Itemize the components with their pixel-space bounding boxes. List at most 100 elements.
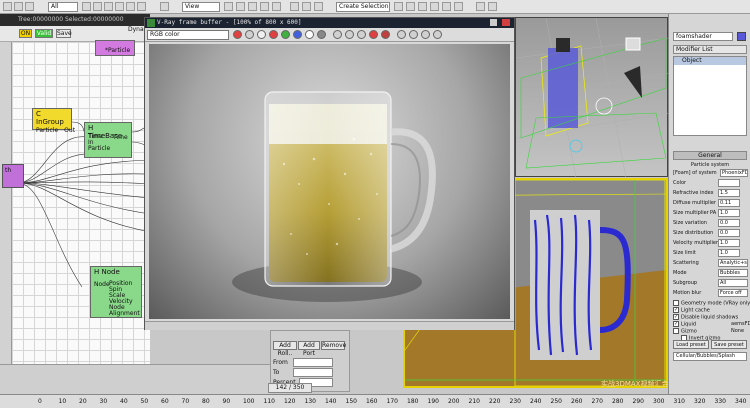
undo-icon[interactable]: [3, 2, 12, 11]
modifier-list-dropdown[interactable]: Modifier List: [673, 45, 747, 54]
angle-snap-icon[interactable]: [248, 2, 257, 11]
param-value[interactable]: 0.0: [718, 229, 740, 237]
time-slider[interactable]: 142 / 350: [268, 383, 312, 393]
render-icon[interactable]: [454, 2, 463, 11]
stack-item-object[interactable]: Object: [674, 57, 746, 65]
schematic-icon[interactable]: [406, 2, 415, 11]
checkbox-row[interactable]: Geometry mode (VRay only): [673, 300, 750, 307]
alpha-channel-icon[interactable]: [305, 30, 314, 39]
lens-effects-icon[interactable]: [433, 30, 442, 39]
preset-dropdown[interactable]: Cellular/Bubbles/Splash: [673, 352, 747, 361]
scale-icon[interactable]: [137, 2, 146, 11]
checkbox-row[interactable]: ✓ Liquid aemsFD: [673, 321, 750, 328]
top-viewport[interactable]: [515, 17, 669, 178]
region-render-icon[interactable]: [345, 30, 354, 39]
remove-button[interactable]: Remove: [321, 341, 346, 350]
add-roll-button[interactable]: Add Roll..: [273, 341, 297, 357]
reference-coordinate-dropdown[interactable]: View: [182, 2, 220, 12]
link-icon[interactable]: [357, 30, 366, 39]
checkbox-row[interactable]: ✓ Light cache: [673, 307, 749, 314]
move-icon[interactable]: [115, 2, 124, 11]
port-time-out[interactable]: Time: [113, 134, 128, 141]
minimize-icon[interactable]: [490, 19, 497, 26]
checkbox[interactable]: [673, 300, 679, 306]
load-preset-button[interactable]: Load preset: [673, 340, 709, 349]
port-out[interactable]: Out: [64, 127, 75, 134]
material-editor-icon[interactable]: [418, 2, 427, 11]
save-preset-button[interactable]: Save preset: [711, 340, 747, 349]
save-image-icon[interactable]: [233, 30, 242, 39]
color-picker-icon[interactable]: [257, 30, 266, 39]
param-value[interactable]: 1.0: [718, 209, 740, 217]
render-last-icon[interactable]: [381, 30, 390, 39]
modifier-stack[interactable]: Object: [673, 56, 747, 136]
close-icon[interactable]: [502, 19, 510, 26]
stop-render-icon[interactable]: [369, 30, 378, 39]
param-value[interactable]: 1.5: [718, 189, 740, 197]
checkbox[interactable]: [673, 328, 679, 334]
checkbox[interactable]: ✓: [673, 314, 679, 320]
selection-set-dropdown[interactable]: Create Selection Set: [336, 2, 390, 12]
blue-channel-icon[interactable]: [293, 30, 302, 39]
node-graph-canvas[interactable]: *Particle C InGroup Particle Out H TimeBa…: [12, 40, 150, 364]
param-value[interactable]: 1.0: [718, 239, 740, 247]
general-rollout-header[interactable]: General: [673, 151, 747, 160]
particle-node[interactable]: *Particle: [95, 40, 135, 56]
from-field[interactable]: [293, 358, 333, 367]
side-node[interactable]: th: [2, 164, 24, 188]
window-icon[interactable]: [476, 2, 485, 11]
lut-icon[interactable]: [409, 30, 418, 39]
render-setup-icon[interactable]: [430, 2, 439, 11]
reference-icon[interactable]: [160, 2, 169, 11]
save-button[interactable]: Save: [56, 29, 72, 38]
checkbox-row[interactable]: Gizmo None: [673, 328, 749, 335]
render-frame-icon[interactable]: [442, 2, 451, 11]
color-swatch[interactable]: [718, 179, 740, 187]
checkbox[interactable]: ✓: [673, 321, 679, 327]
region-select-icon[interactable]: [104, 2, 113, 11]
redo-icon[interactable]: [14, 2, 23, 11]
ingroup-node[interactable]: C InGroup Particle Out: [32, 108, 75, 134]
timebase-node[interactable]: H TimeBase Time In Particle Time: [84, 122, 132, 158]
link-icon[interactable]: [25, 2, 34, 11]
object-name-field[interactable]: foamshader: [673, 32, 733, 41]
checkbox[interactable]: ✓: [673, 307, 679, 313]
layer-icon[interactable]: [314, 2, 323, 11]
curve-editor-icon[interactable]: [394, 2, 403, 11]
spinner-snap-icon[interactable]: [272, 2, 281, 11]
port-particle[interactable]: Particle: [88, 146, 110, 152]
param-value[interactable]: Bubbles: [718, 269, 748, 277]
pixel-info-icon[interactable]: [421, 30, 430, 39]
rotate-icon[interactable]: [126, 2, 135, 11]
track-mouse-icon[interactable]: [333, 30, 342, 39]
checkbox-row[interactable]: ✓ Disable liquid shadows: [673, 314, 749, 321]
align-icon[interactable]: [302, 2, 311, 11]
param-value[interactable]: All: [718, 279, 748, 287]
pivot-icon[interactable]: [224, 2, 233, 11]
select-by-name-icon[interactable]: [93, 2, 102, 11]
param-value[interactable]: Force off: [718, 289, 748, 297]
object-color-swatch[interactable]: [737, 32, 746, 41]
snap-icon[interactable]: [236, 2, 245, 11]
system-value[interactable]: PhoenixFD: [720, 169, 748, 177]
param-value[interactable]: 0.0: [718, 219, 740, 227]
add-port-button[interactable]: Add Port: [298, 341, 320, 357]
valid-button[interactable]: Valid: [35, 29, 53, 38]
mono-icon[interactable]: [317, 30, 326, 39]
selection-filter-dropdown[interactable]: All: [48, 2, 78, 12]
param-value[interactable]: 1.0: [718, 249, 740, 257]
select-icon[interactable]: [82, 2, 91, 11]
param-value[interactable]: 0.11: [718, 199, 740, 207]
port-node-in[interactable]: Node: [94, 281, 110, 288]
on-toggle[interactable]: ON: [19, 29, 32, 38]
green-channel-icon[interactable]: [281, 30, 290, 39]
clone-icon[interactable]: [245, 30, 254, 39]
channel-dropdown[interactable]: RGB color: [147, 30, 229, 40]
h-node[interactable]: H Node Node Position Spin Scale Velocity…: [90, 266, 142, 318]
percent-snap-icon[interactable]: [260, 2, 269, 11]
red-channel-icon[interactable]: [269, 30, 278, 39]
port-alignment[interactable]: Alignment: [109, 311, 140, 317]
timeline[interactable]: 142 / 350 0 10 20 30 40 50 60 70 80 90 100 110 120 13…: [0, 383, 750, 408]
to-field[interactable]: [293, 368, 333, 377]
param-value[interactable]: Analytic+shade: [718, 259, 748, 267]
